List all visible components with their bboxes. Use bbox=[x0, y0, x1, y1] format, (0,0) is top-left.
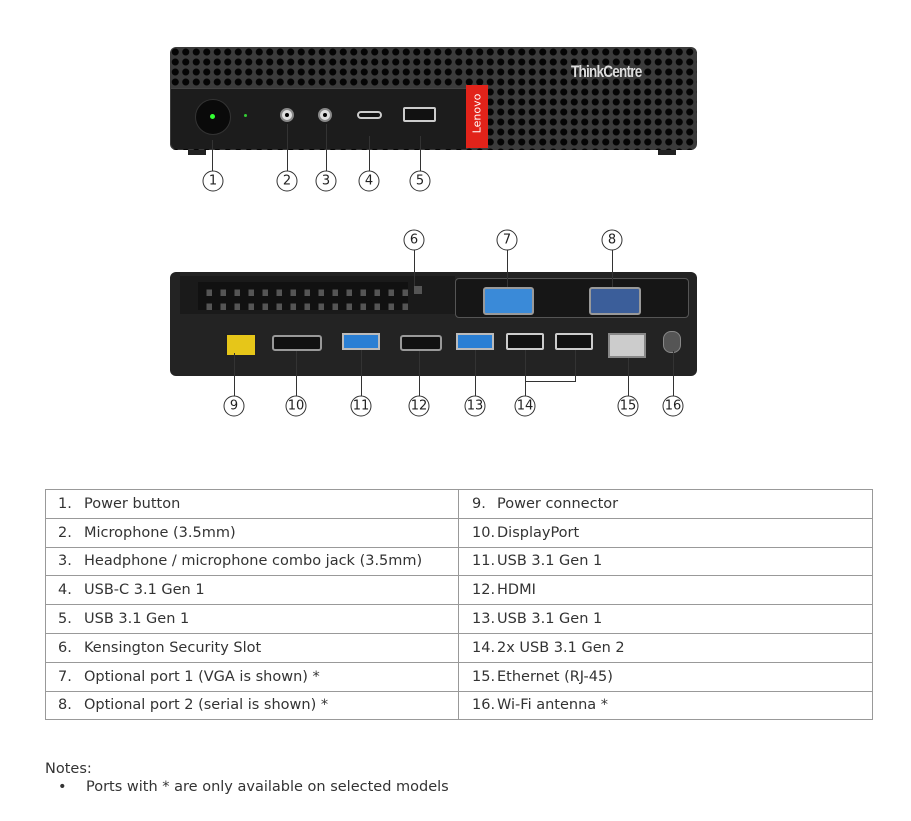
item-label: Optional port 1 (VGA is shown) * bbox=[84, 668, 320, 685]
callout-7: 7 bbox=[496, 229, 518, 251]
item-number: 7. bbox=[58, 668, 72, 685]
notes-title: Notes: bbox=[45, 761, 92, 777]
hdmi-port bbox=[400, 335, 442, 351]
table-cell: 16. Wi-Fi antenna * bbox=[458, 690, 873, 721]
kensington-slot bbox=[414, 286, 422, 294]
table-row: 4. USB-C 3.1 Gen 1 12. HDMI bbox=[45, 575, 873, 606]
item-number: 15. bbox=[472, 668, 496, 685]
item-label: USB 3.1 Gen 1 bbox=[497, 553, 603, 570]
item-number: 11. bbox=[472, 553, 496, 570]
foot bbox=[658, 150, 676, 155]
displayport bbox=[272, 335, 322, 351]
item-label: Microphone (3.5mm) bbox=[84, 524, 236, 541]
item-number: 2. bbox=[58, 524, 72, 541]
item-label: Kensington Security Slot bbox=[84, 639, 262, 656]
table-cell: 7. Optional port 1 (VGA is shown) * bbox=[45, 661, 459, 692]
callout-4: 4 bbox=[358, 170, 380, 192]
item-label: USB 3.1 Gen 1 bbox=[84, 611, 190, 628]
table-cell: 14. 2x USB 3.1 Gen 2 bbox=[458, 632, 873, 663]
table-cell: 12. HDMI bbox=[458, 575, 873, 606]
item-number: 10. bbox=[472, 524, 496, 541]
table-row: 2. Microphone (3.5mm) 10. DisplayPort bbox=[45, 517, 873, 548]
power-connector bbox=[225, 333, 257, 357]
table-row: 6. Kensington Security Slot 14. 2x USB 3.1 … bbox=[45, 632, 873, 663]
item-label: Power button bbox=[84, 495, 181, 512]
callout-10: 10 bbox=[285, 395, 307, 417]
item-number: 13. bbox=[472, 611, 496, 628]
table-cell: 15. Ethernet (RJ-45) bbox=[458, 661, 873, 692]
callout-11: 11 bbox=[350, 395, 372, 417]
table-row: 5. USB 3.1 Gen 1 13. USB 3.1 Gen 1 bbox=[45, 604, 873, 634]
item-number: 5. bbox=[58, 611, 72, 628]
table-row: 1. Power button 9. Power connector bbox=[45, 489, 873, 519]
callout-14: 14 bbox=[514, 395, 536, 417]
bullet: • bbox=[58, 779, 67, 795]
callout-2: 2 bbox=[276, 170, 298, 192]
table-cell: 13. USB 3.1 Gen 1 bbox=[458, 604, 873, 634]
item-number: 4. bbox=[58, 582, 72, 599]
item-number: 1. bbox=[58, 495, 72, 512]
table-cell: 4. USB-C 3.1 Gen 1 bbox=[45, 575, 459, 606]
usb-port-14a bbox=[506, 333, 544, 350]
item-label: Wi-Fi antenna * bbox=[497, 697, 609, 714]
table-cell: 1. Power button bbox=[45, 489, 459, 519]
item-label: DisplayPort bbox=[497, 524, 580, 541]
callout-13: 13 bbox=[464, 395, 486, 417]
thinkcentre-logo: ThinkCentre bbox=[571, 62, 642, 81]
item-label: Ethernet (RJ-45) bbox=[497, 668, 613, 685]
serial-port bbox=[589, 287, 641, 315]
vga-port bbox=[483, 287, 534, 315]
callout-6: 6 bbox=[403, 229, 425, 251]
usb-port-11 bbox=[342, 333, 380, 350]
callout-9: 9 bbox=[223, 395, 245, 417]
table-cell: 2. Microphone (3.5mm) bbox=[45, 517, 459, 548]
item-number: 16. bbox=[472, 697, 496, 714]
port-legend-table: 1. Power button 9. Power connector 2. Microph… bbox=[45, 489, 873, 721]
item-label: Optional port 2 (serial is shown) * bbox=[84, 697, 329, 714]
usb-c-port bbox=[357, 111, 382, 119]
item-label: 2x USB 3.1 Gen 2 bbox=[497, 639, 625, 656]
usb-port-14b bbox=[555, 333, 593, 350]
table-cell: 10. DisplayPort bbox=[458, 517, 873, 548]
table-cell: 8. Optional port 2 (serial is shown) * bbox=[45, 690, 459, 721]
notes-item: • Ports with * are only available on sele… bbox=[58, 779, 449, 795]
item-number: 3. bbox=[58, 553, 72, 570]
callout-3: 3 bbox=[315, 170, 337, 192]
callout-8: 8 bbox=[601, 229, 623, 251]
callout-12: 12 bbox=[408, 395, 430, 417]
table-row: 3. Headphone / microphone combo jack (3.5… bbox=[45, 546, 873, 577]
lenovo-badge: Lenovo bbox=[466, 85, 488, 148]
item-label: Headphone / microphone combo jack (3.5mm… bbox=[84, 553, 423, 570]
table-cell: 5. USB 3.1 Gen 1 bbox=[45, 604, 459, 634]
item-number: 14. bbox=[472, 639, 496, 656]
combo-jack bbox=[318, 108, 332, 122]
callout-16: 16 bbox=[662, 395, 684, 417]
usb-a-port-front bbox=[403, 107, 436, 122]
item-label: USB 3.1 Gen 1 bbox=[497, 611, 603, 628]
item-label: HDMI bbox=[497, 582, 536, 599]
item-label: Power connector bbox=[497, 495, 619, 512]
microphone-jack bbox=[280, 108, 294, 122]
table-row: 7. Optional port 1 (VGA is shown) * 15. Eth… bbox=[45, 661, 873, 692]
callout-15: 15 bbox=[617, 395, 639, 417]
item-number: 9. bbox=[472, 495, 486, 512]
table-cell: 9. Power connector bbox=[458, 489, 873, 519]
table-cell: 3. Headphone / microphone combo jack (3.5… bbox=[45, 546, 459, 577]
foot bbox=[188, 150, 206, 155]
callout-1: 1 bbox=[202, 170, 224, 192]
ethernet-port bbox=[608, 333, 646, 358]
table-cell: 11. USB 3.1 Gen 1 bbox=[458, 546, 873, 577]
item-number: 6. bbox=[58, 639, 72, 656]
item-label: USB-C 3.1 Gen 1 bbox=[84, 582, 205, 599]
callout-5: 5 bbox=[409, 170, 431, 192]
wifi-antenna-connector bbox=[663, 331, 681, 353]
status-led bbox=[244, 114, 247, 117]
table-row: 8. Optional port 2 (serial is shown) * 16.… bbox=[45, 690, 873, 721]
item-number: 12. bbox=[472, 582, 496, 599]
item-number: 8. bbox=[58, 697, 72, 714]
table-cell: 6. Kensington Security Slot bbox=[45, 632, 459, 663]
power-button bbox=[195, 99, 231, 135]
usb-port-13 bbox=[456, 333, 494, 350]
